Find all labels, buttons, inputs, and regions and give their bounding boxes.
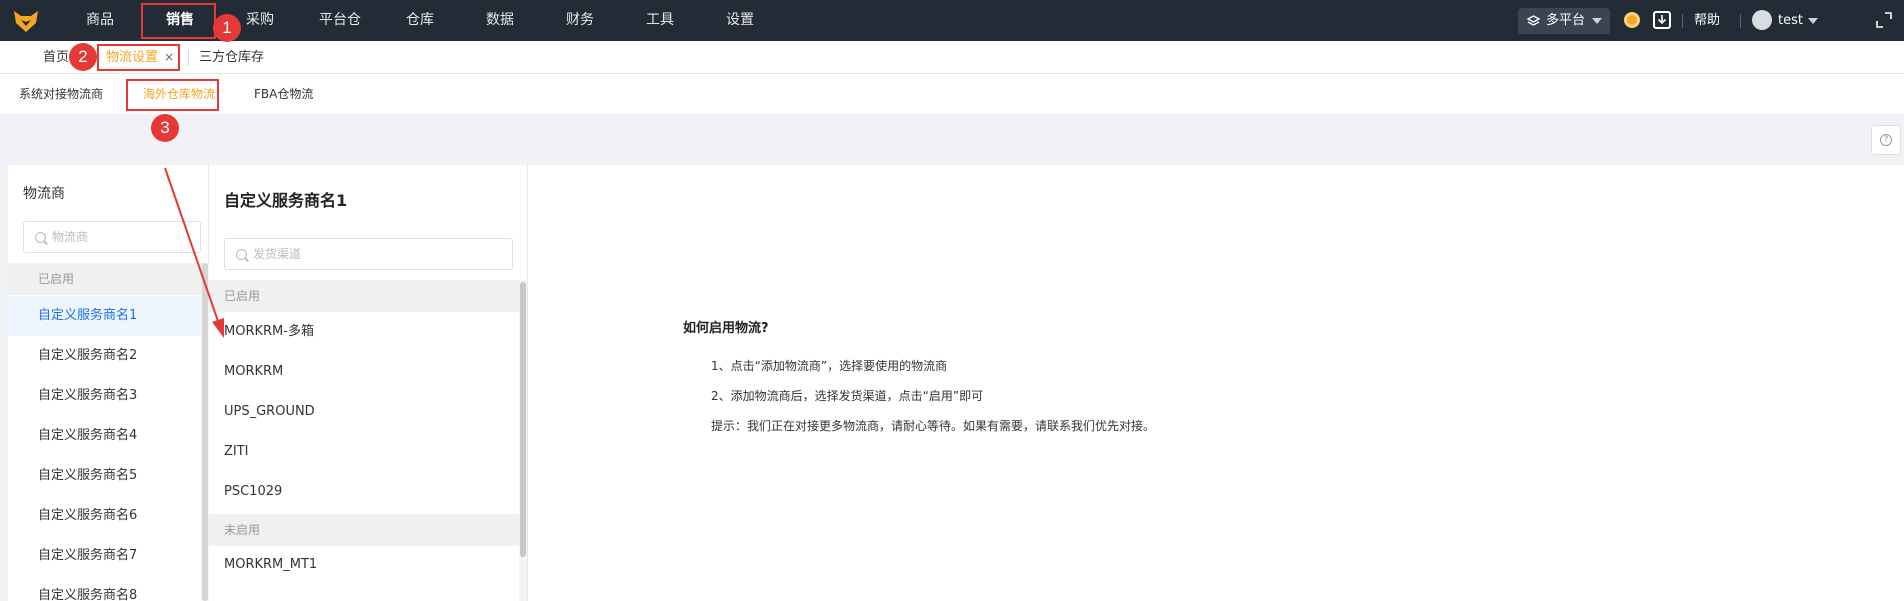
divider xyxy=(1682,14,1683,28)
group-header-disabled: 未启用 xyxy=(209,514,519,546)
provider-item[interactable]: 自定义服务商名4 xyxy=(8,416,201,456)
subtab-fba-warehouse[interactable]: FBA仓物流 xyxy=(254,74,313,114)
user-name[interactable]: test xyxy=(1778,0,1803,41)
nav-item-warehouse[interactable]: 仓库 xyxy=(380,0,460,41)
provider-title: 物流商 xyxy=(23,186,65,202)
notification-icon[interactable] xyxy=(1624,12,1640,28)
nav-item-products[interactable]: 商品 xyxy=(60,0,140,41)
nav-item-settings[interactable]: 设置 xyxy=(700,0,780,41)
channel-item[interactable]: ZITI xyxy=(209,432,519,472)
divider xyxy=(1740,14,1741,28)
provider-search[interactable] xyxy=(23,221,201,253)
channel-item[interactable]: MORKRM xyxy=(209,352,519,392)
chevron-down-icon xyxy=(1592,18,1602,24)
scroll-thumb[interactable] xyxy=(202,263,208,601)
tab-home[interactable]: 首页 xyxy=(43,41,69,74)
tab-divider xyxy=(188,50,189,66)
annotation-box-1 xyxy=(141,3,216,39)
nav-item-finance[interactable]: 财务 xyxy=(540,0,620,41)
group-header-enabled: 已启用 xyxy=(209,280,519,312)
provider-scrollbar[interactable] xyxy=(201,263,209,601)
provider-item[interactable]: 自定义服务商名8 xyxy=(8,576,201,601)
fox-logo-icon[interactable] xyxy=(12,7,40,35)
search-icon xyxy=(35,232,46,243)
group-header-enabled: 已启用 xyxy=(8,263,201,295)
scroll-thumb[interactable] xyxy=(520,282,526,557)
howto-title: 如何启用物流? xyxy=(683,321,769,336)
channel-scrollbar[interactable] xyxy=(519,280,527,601)
sub-tabs-bar: 系统对接物流商 海外仓库物流 FBA仓物流 xyxy=(0,74,1904,114)
layers-icon xyxy=(1527,15,1540,26)
provider-column: 物流商 已启用 自定义服务商名1 自定义服务商名2 自定义服务商名3 自定义服务… xyxy=(8,165,209,601)
provider-search-input[interactable] xyxy=(52,222,194,252)
howto-panel: 如何启用物流? 1、点击“添加物流商”，选择要使用的物流商 2、添加物流商后，选… xyxy=(528,165,1904,601)
provider-item[interactable]: 自定义服务商名1 xyxy=(8,296,201,336)
nav-item-data[interactable]: 数据 xyxy=(460,0,540,41)
channel-search[interactable] xyxy=(224,238,513,270)
platform-label: 多平台 xyxy=(1546,13,1586,28)
chevron-down-icon[interactable] xyxy=(1808,18,1818,24)
annotation-box-3 xyxy=(126,79,219,111)
channel-item[interactable]: PSC1029 xyxy=(209,472,519,512)
fullscreen-icon[interactable] xyxy=(1876,12,1892,28)
subtab-system-carriers[interactable]: 系统对接物流商 xyxy=(19,74,103,114)
channel-item[interactable]: MORKRM_MT1 xyxy=(209,545,519,585)
avatar[interactable] xyxy=(1752,10,1772,30)
annotation-number-1: 1 xyxy=(213,14,241,42)
channel-title: 自定义服务商名1 xyxy=(224,191,348,210)
nav-item-tools[interactable]: 工具 xyxy=(620,0,700,41)
provider-item[interactable]: 自定义服务商名2 xyxy=(8,336,201,376)
howto-step-1: 1、点击“添加物流商”，选择要使用的物流商 xyxy=(711,359,948,373)
top-nav-bar: 商品 销售 采购 平台仓 仓库 数据 财务 工具 设置 多平台 帮助 test xyxy=(0,0,1904,41)
platform-selector[interactable]: 多平台 xyxy=(1518,8,1610,34)
annotation-number-3: 3 xyxy=(151,114,179,142)
channel-item[interactable]: MORKRM-多箱 xyxy=(209,312,519,352)
provider-item[interactable]: 自定义服务商名7 xyxy=(8,536,201,576)
provider-item[interactable]: 自定义服务商名3 xyxy=(8,376,201,416)
annotation-box-2 xyxy=(97,44,180,71)
channel-search-input[interactable] xyxy=(253,239,506,269)
channel-column: 自定义服务商名1 已启用 MORKRM-多箱 MORKRM UPS_GROUND… xyxy=(209,165,528,601)
page-tabs-bar: 首页 物流设置 × 三方仓库存 xyxy=(0,41,1904,74)
main-panel: 物流商 已启用 自定义服务商名1 自定义服务商名2 自定义服务商名3 自定义服务… xyxy=(8,165,1904,601)
howto-step-2: 2、添加物流商后，选择发货渠道，点击“启用”即可 xyxy=(711,389,984,403)
search-icon xyxy=(236,249,247,260)
tab-third-party-inventory[interactable]: 三方仓库存 xyxy=(199,41,264,74)
question-icon: ? xyxy=(1880,134,1892,146)
provider-item[interactable]: 自定义服务商名6 xyxy=(8,496,201,536)
help-link[interactable]: 帮助 xyxy=(1694,0,1720,41)
provider-item[interactable]: 自定义服务商名5 xyxy=(8,456,201,496)
howto-tip: 提示：我们正在对接更多物流商，请耐心等待。如果有需要，请联系我们优先对接。 xyxy=(711,419,1156,433)
download-icon[interactable] xyxy=(1653,11,1671,29)
annotation-number-2: 2 xyxy=(69,43,97,71)
channel-item[interactable]: UPS_GROUND xyxy=(209,392,519,432)
help-button[interactable]: ? xyxy=(1871,125,1901,155)
nav-item-platform-warehouse[interactable]: 平台仓 xyxy=(300,0,380,41)
